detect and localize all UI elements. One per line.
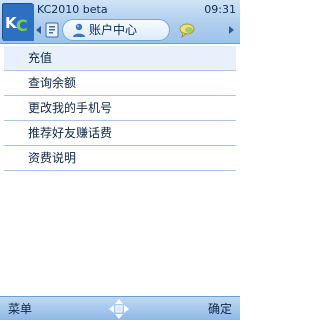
dpad-icon[interactable] — [108, 298, 130, 320]
menu-item-rates-info[interactable]: 资费说明 — [4, 146, 236, 171]
app-title: KC2010 beta — [37, 3, 108, 16]
chat-bubble-icon[interactable] — [178, 21, 196, 39]
tab-next-arrow-icon[interactable] — [229, 26, 234, 34]
menu-item-label: 充值 — [28, 51, 53, 65]
clock: 09:31 — [204, 3, 236, 16]
menu-item-change-phone[interactable]: 更改我的手机号 — [4, 96, 236, 121]
softkey-bar: 菜单 确定 — [0, 296, 240, 320]
softkey-menu-button[interactable]: 菜单 — [8, 302, 32, 316]
menu-item-recharge[interactable]: 充值 — [4, 46, 236, 71]
menu-item-check-balance[interactable]: 查询余额 — [4, 71, 236, 96]
title-bar: K C KC2010 beta 09:31 账户中心 — [0, 0, 240, 44]
user-account-icon — [71, 22, 87, 38]
account-menu-list: 充值 查询余额 更改我的手机号 推荐好友赚话费 资费说明 — [0, 44, 240, 296]
tab-account-center[interactable]: 账户中心 — [62, 19, 170, 41]
menu-item-label: 资费说明 — [28, 151, 77, 165]
menu-item-refer-friends[interactable]: 推荐好友赚话费 — [4, 121, 236, 146]
tab-account-center-label: 账户中心 — [89, 23, 138, 37]
contact-card-icon[interactable] — [43, 21, 61, 39]
menu-item-label: 更改我的手机号 — [28, 101, 113, 115]
softkey-confirm-button[interactable]: 确定 — [208, 302, 232, 316]
menu-item-label: 查询余额 — [28, 76, 77, 90]
kc-logo-icon: K C — [2, 3, 34, 41]
tab-prev-arrow-icon[interactable] — [36, 26, 41, 34]
svg-text:C: C — [16, 16, 28, 35]
menu-item-label: 推荐好友赚话费 — [28, 126, 113, 140]
tab-bar: 账户中心 — [35, 18, 240, 42]
